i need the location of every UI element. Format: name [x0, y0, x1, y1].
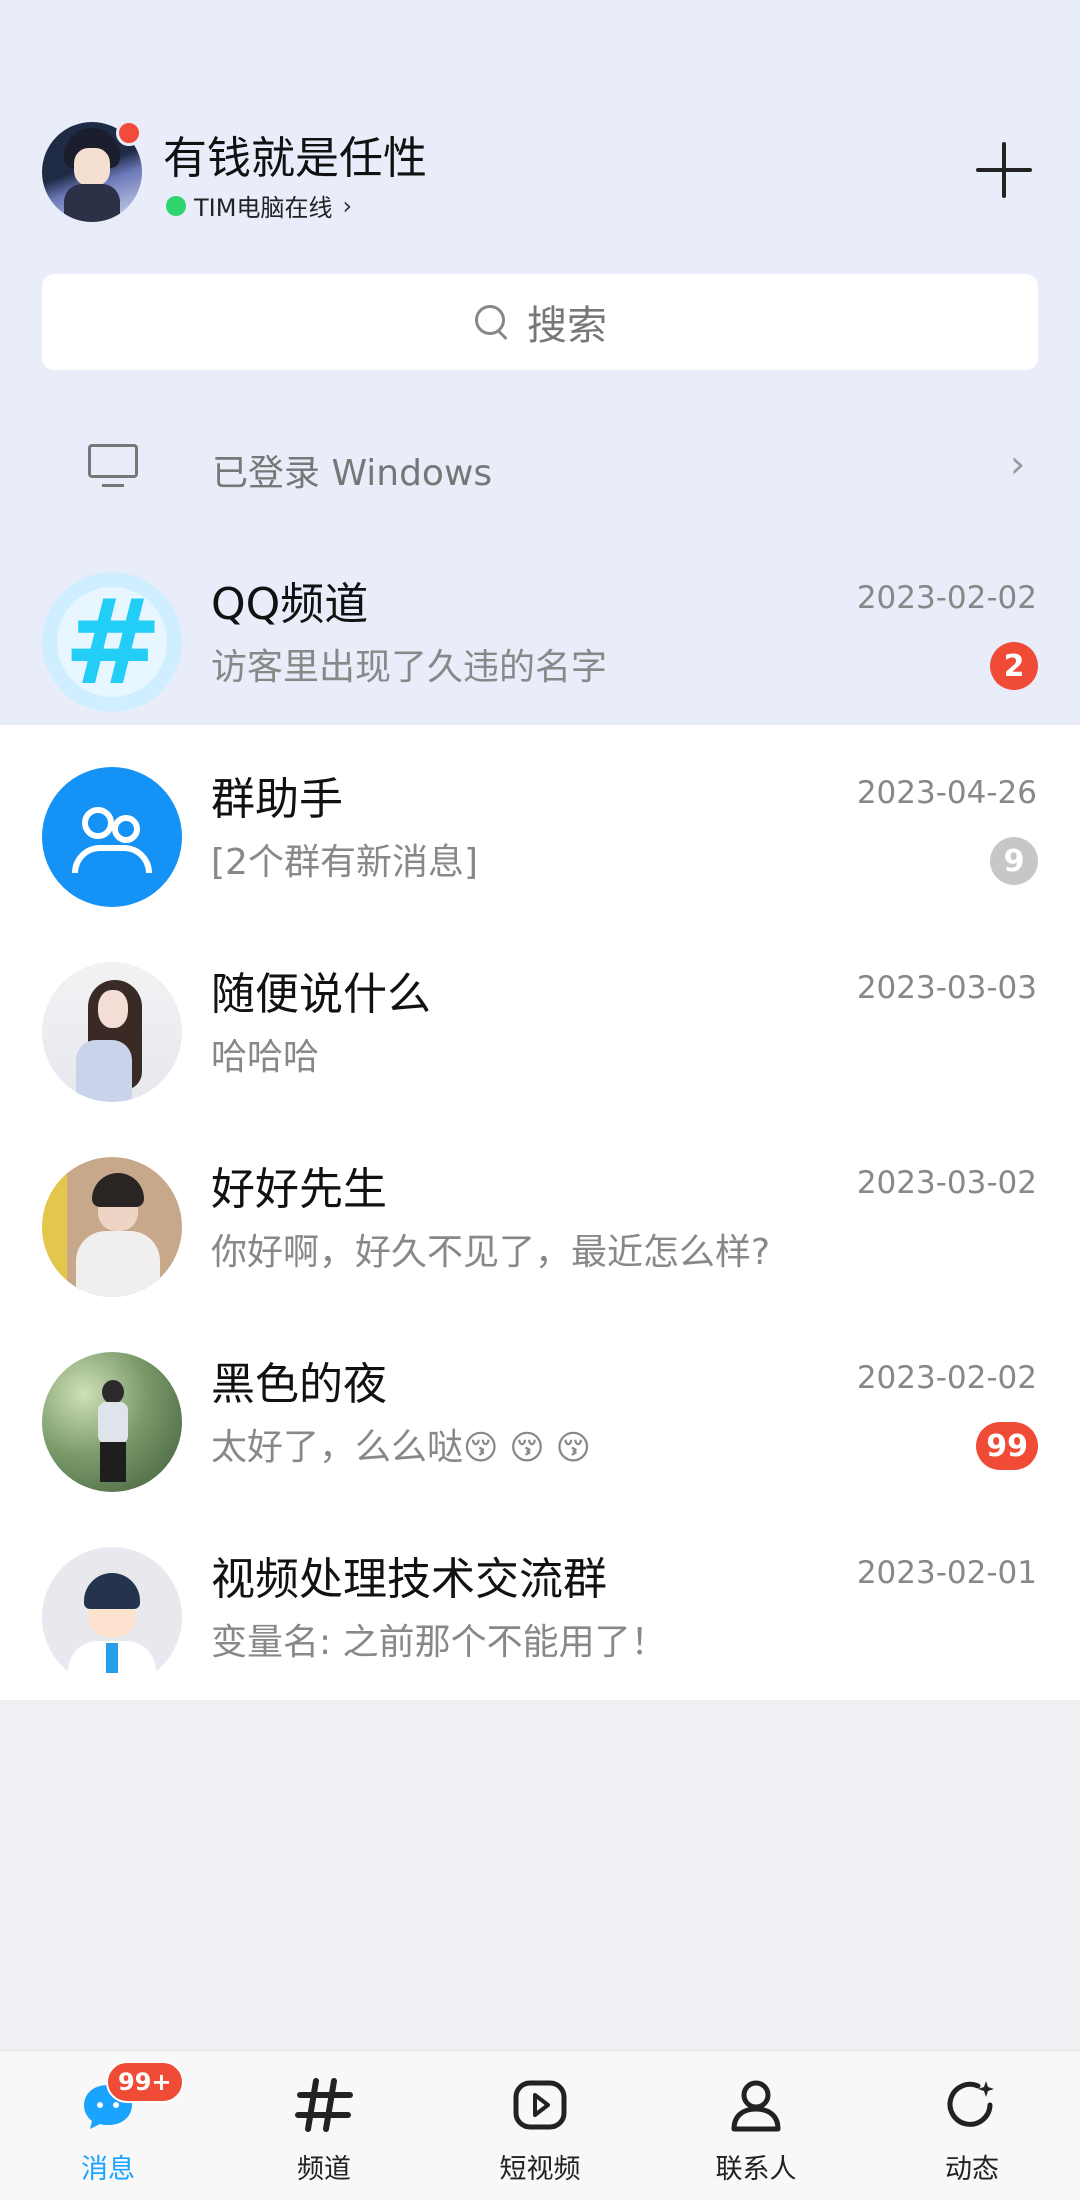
group-helper-icon [42, 767, 182, 907]
conversation-item[interactable]: 群助手 [2个群有新消息] 2023-04-26 9 [0, 725, 1080, 920]
hash-icon [295, 2078, 353, 2132]
nav-item-contacts[interactable]: 联系人 [648, 2051, 864, 2200]
conversation-time: 2023-03-02 [856, 1165, 1037, 1201]
nav-item-channels[interactable]: 频道 [216, 2051, 432, 2200]
conversation-item[interactable]: 黑色的夜 太好了，么么哒😚 😚 😚 2023-02-02 99 [0, 1310, 1080, 1505]
boy-photo-avatar [42, 1157, 182, 1297]
activity-icon [947, 2081, 994, 2127]
conversation-time: 2023-02-02 [856, 1360, 1037, 1396]
preview-text: 太好了，么么哒 [211, 1427, 464, 1468]
notification-dot [116, 120, 142, 146]
conversation-preview: 变量名: 之前那个不能用了！ [211, 1622, 667, 1663]
status-text: TIM电脑在线 [194, 194, 333, 222]
nav-item-short-video[interactable]: 短视频 [432, 2051, 648, 2200]
conversation-preview: 你好啊，好久不见了，最近怎么样? [211, 1232, 771, 1273]
header: 有钱就是任性 TIM电脑在线 › [0, 0, 1080, 260]
conversation-preview: 访客里出现了久违的名字 [211, 647, 608, 688]
conversation-item[interactable]: 好好先生 你好啊，好久不见了，最近怎么样? 2023-03-02 [0, 1115, 1080, 1310]
conversation-item[interactable]: # QQ频道 访客里出现了久违的名字 2023-02-02 2 [0, 530, 1080, 725]
unread-badge: 99 [976, 1422, 1038, 1470]
logged-in-device-banner[interactable]: 已登录 Windows › [0, 418, 1080, 518]
conversation-item[interactable]: 视频处理技术交流群 变量名: 之前那个不能用了！ 2023-02-01 [0, 1505, 1080, 1700]
conversation-preview: 哈哈哈 [211, 1037, 320, 1078]
conversation-title: QQ频道 [211, 579, 369, 630]
conversation-time: 2023-04-26 [856, 775, 1037, 811]
bottom-navigation: 99+ 消息 频道 短视频 联系人 动态 [0, 2050, 1080, 2200]
conversation-preview: [2个群有新消息] [211, 842, 478, 883]
search-bar[interactable]: 搜索 [42, 274, 1038, 370]
conversation-time: 2023-02-02 [856, 580, 1037, 616]
add-button[interactable] [976, 142, 1032, 198]
unread-badge: 2 [990, 642, 1038, 690]
avatar-face [74, 148, 110, 186]
online-status[interactable]: TIM电脑在线 › [166, 188, 352, 223]
short-video-icon [513, 2080, 567, 2130]
nav-unread-badge: 99+ [106, 2061, 184, 2103]
conversation-title: 群助手 [211, 774, 343, 825]
conversation-time: 2023-02-01 [856, 1555, 1037, 1591]
avatar-body [64, 184, 120, 222]
nav-label: 联系人 [715, 2154, 797, 2185]
qq-channel-icon: # [42, 572, 182, 712]
girl-photo-avatar [42, 962, 182, 1102]
nav-label: 动态 [945, 2154, 999, 2185]
search-icon [473, 303, 511, 341]
nav-label: 频道 [297, 2154, 351, 2185]
chevron-right-icon: › [1010, 442, 1026, 486]
logged-in-text: 已登录 Windows [212, 453, 493, 494]
nav-label: 短视频 [499, 2154, 581, 2185]
chevron-right-icon: › [342, 191, 353, 220]
username[interactable]: 有钱就是任性 [163, 122, 427, 186]
conversation-preview: 太好了，么么哒😚 😚 😚 [211, 1418, 591, 1470]
conversation-item[interactable]: 随便说什么 哈哈哈 2023-03-03 [0, 920, 1080, 1115]
conversation-time: 2023-03-03 [856, 970, 1037, 1006]
monitor-icon [88, 444, 138, 492]
default-user-icon [42, 1547, 182, 1687]
conversation-title: 随便说什么 [211, 969, 431, 1020]
online-dot-icon [166, 195, 186, 216]
search-placeholder: 搜索 [527, 303, 607, 349]
conversation-title: 好好先生 [211, 1164, 387, 1215]
conversation-title: 视频处理技术交流群 [211, 1554, 607, 1605]
boy-walking-photo-avatar [42, 1352, 182, 1492]
unread-badge: 9 [990, 837, 1038, 885]
nav-label: 消息 [81, 2154, 135, 2185]
nav-item-activity[interactable]: 动态 [864, 2051, 1080, 2200]
kiss-emoji-icon: 😚 😚 😚 [463, 1428, 591, 1468]
conversation-title: 黑色的夜 [211, 1359, 387, 1410]
nav-item-messages[interactable]: 99+ 消息 [0, 2051, 216, 2200]
contact-icon [731, 2080, 781, 2132]
